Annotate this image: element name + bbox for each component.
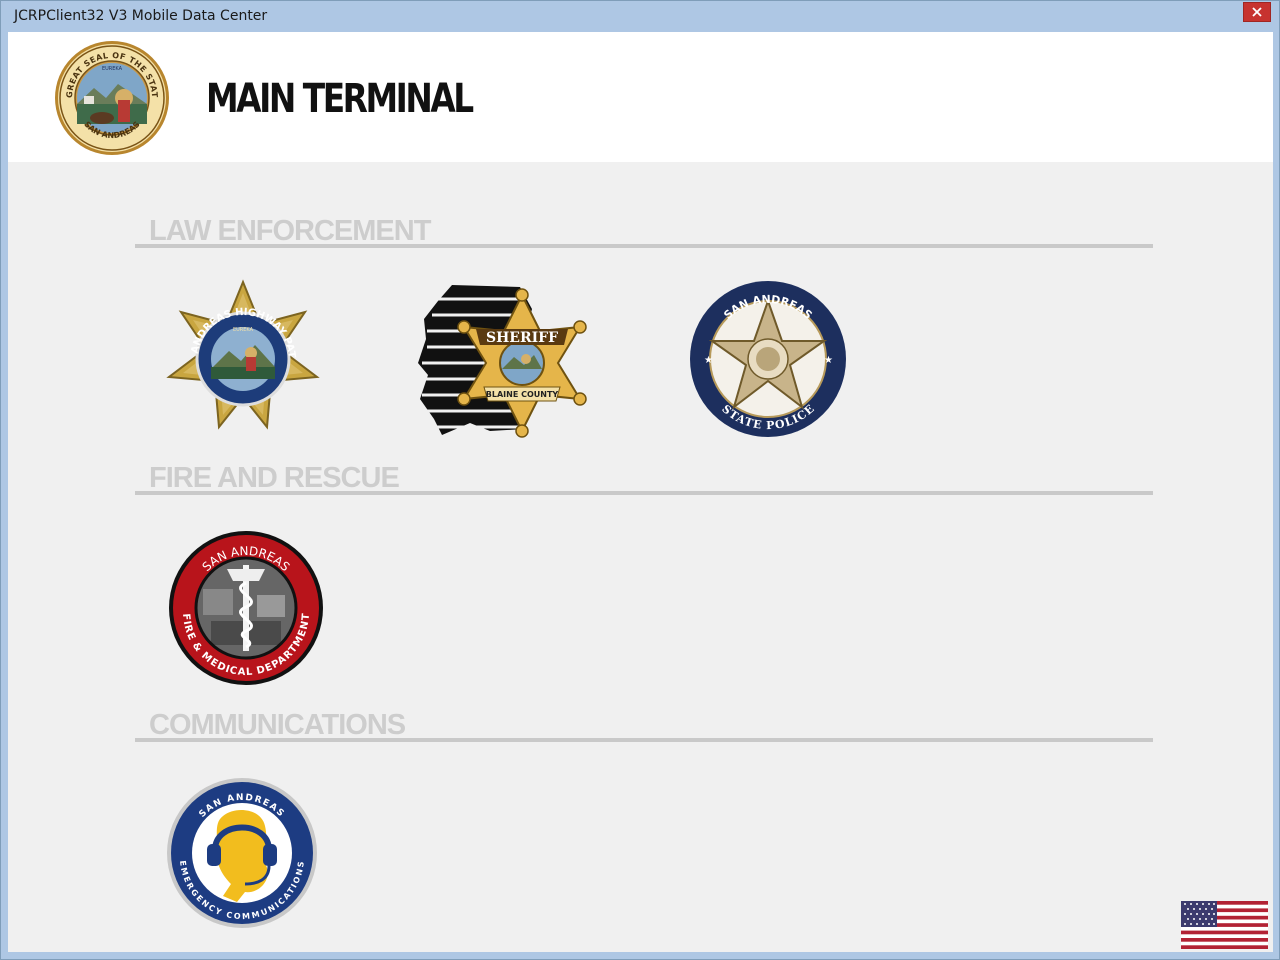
- sheriff-county-text: BLAINE COUNTY: [486, 390, 559, 399]
- header-bar: THE GREAT SEAL OF THE STATE OF SAN ANDRE…: [8, 32, 1273, 162]
- section-divider: [135, 491, 1153, 495]
- window-title: JCRPClient32 V3 Mobile Data Center: [14, 8, 268, 24]
- seal-motto: EUREKA: [102, 66, 123, 72]
- emergency-communications-button[interactable]: SAN ANDREAS EMERGENCY COMMUNICATIONS: [165, 776, 319, 930]
- fire-medical-badge-icon: SAN ANDREAS FIRE & MEDICAL DEPARTMENT: [169, 531, 323, 685]
- emergency-communications-badge-icon: SAN ANDREAS EMERGENCY COMMUNICATIONS: [167, 778, 317, 928]
- state-seal-logo: THE GREAT SEAL OF THE STATE OF SAN ANDRE…: [54, 40, 169, 155]
- fire-medical-button[interactable]: SAN ANDREAS FIRE & MEDICAL DEPARTMENT: [167, 529, 325, 687]
- highway-patrol-badge-icon: SAN ANDREAS HIGHWAY PATROL EUREKA: [159, 271, 320, 430]
- section-divider: [135, 738, 1153, 742]
- close-button[interactable]: [1243, 2, 1271, 22]
- sheriff-title-text: SHERIFF: [486, 330, 558, 346]
- main-panel: THE GREAT SEAL OF THE STATE OF SAN ANDRE…: [8, 32, 1273, 952]
- svg-text:★: ★: [824, 355, 833, 366]
- state-police-button[interactable]: ★ ★ SAN ANDREAS STATE POLICE: [688, 279, 848, 439]
- title-bar[interactable]: JCRPClient32 V3 Mobile Data Center: [1, 1, 1279, 32]
- us-flag-icon[interactable]: [1181, 901, 1268, 949]
- state-police-badge-icon: ★ ★ SAN ANDREAS STATE POLICE: [690, 281, 846, 437]
- highway-patrol-button[interactable]: SAN ANDREAS HIGHWAY PATROL EUREKA: [159, 271, 323, 439]
- sheriff-badge-icon: SHERIFF BLAINE COUNTY: [418, 285, 587, 438]
- section-divider: [135, 244, 1153, 248]
- highway-patrol-motto: EUREKA: [233, 327, 254, 333]
- svg-text:★: ★: [704, 355, 713, 366]
- sheriff-button[interactable]: SHERIFF BLAINE COUNTY: [412, 279, 598, 439]
- close-icon: [1252, 7, 1262, 17]
- app-window: JCRPClient32 V3 Mobile Data Center GREAT…: [0, 0, 1280, 960]
- page-title: MAIN TERMINAL: [206, 76, 474, 122]
